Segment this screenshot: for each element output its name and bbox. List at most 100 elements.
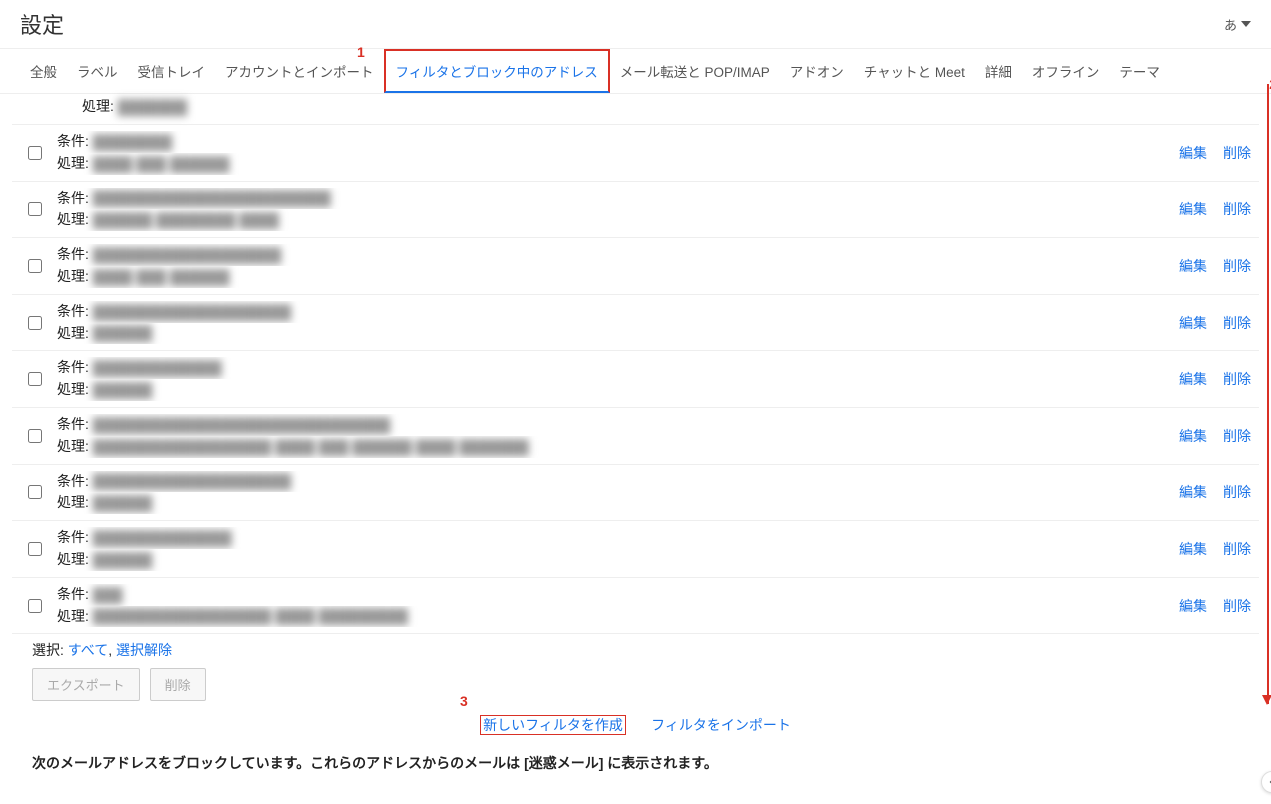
tab-inbox[interactable]: 受信トレイ — [128, 49, 216, 93]
edit-filter-link[interactable]: 編集 — [1179, 596, 1207, 616]
filter-checkbox[interactable] — [28, 146, 42, 160]
criteria-label: 条件: — [57, 473, 89, 489]
input-tools-label: あ — [1224, 15, 1237, 34]
import-filter-link[interactable]: フィルタをインポート — [651, 717, 791, 733]
action-label: 処理: — [57, 494, 89, 510]
settings-tabs: 全般 ラベル 受信トレイ アカウントとインポート フィルタとブロック中のアドレス… — [0, 48, 1271, 94]
export-button[interactable]: エクスポート — [32, 668, 140, 701]
blocked-addresses-message: 次のメールアドレスをブロックしています。これらのアドレスからのメールは [迷惑メ… — [12, 749, 1259, 787]
filter-row: 条件: ███████████████████処理: ████ ███ ████… — [12, 237, 1259, 294]
edit-filter-link[interactable]: 編集 — [1179, 369, 1207, 389]
filter-checkbox[interactable] — [28, 485, 42, 499]
blurred-text: ████████████████████ — [93, 471, 291, 492]
blurred-text: ███████ — [118, 99, 187, 115]
delete-filter-link[interactable]: 削除 — [1223, 313, 1251, 333]
criteria-label: 条件: — [57, 529, 89, 545]
tab-forwarding-pop-imap[interactable]: メール転送と POP/IMAP — [610, 49, 780, 93]
filter-checkbox[interactable] — [28, 542, 42, 556]
blurred-text: ██████████████ — [93, 528, 232, 549]
side-panel-toggle[interactable] — [1261, 771, 1271, 793]
filter-row: 条件: ██████████████処理: ██████ 編集削除 — [12, 520, 1259, 577]
action-label: 処理: — [57, 211, 89, 227]
criteria-label: 条件: — [57, 303, 89, 319]
edit-filter-link[interactable]: 編集 — [1179, 199, 1207, 219]
blurred-text: ██████████████████ ████ █████████ — [93, 606, 408, 627]
delete-filter-link[interactable]: 削除 — [1223, 596, 1251, 616]
action-label: 処理: — [57, 551, 89, 567]
criteria-label: 条件: — [57, 416, 89, 432]
blurred-text: ████ ███ ██████ — [93, 267, 230, 288]
tab-offline[interactable]: オフライン — [1022, 49, 1110, 93]
filter-checkbox[interactable] — [28, 429, 42, 443]
tab-themes[interactable]: テーマ — [1109, 49, 1170, 93]
filter-checkbox[interactable] — [28, 372, 42, 386]
criteria-label: 条件: — [57, 133, 89, 149]
filter-row: 条件: ███処理: ██████████████████ ████ █████… — [12, 577, 1259, 635]
blurred-text: ██████ — [93, 380, 153, 401]
delete-filter-link[interactable]: 削除 — [1223, 256, 1251, 276]
blurred-text: ████████ — [93, 132, 172, 153]
edit-filter-link[interactable]: 編集 — [1179, 539, 1207, 559]
tab-filters-blocked[interactable]: フィルタとブロック中のアドレス — [384, 49, 610, 93]
filter-checkbox[interactable] — [28, 316, 42, 330]
filter-row: 条件: ████████処理: ████ ███ ██████ 編集削除 — [12, 124, 1259, 181]
dropdown-caret-icon — [1241, 19, 1251, 29]
filter-row: 条件: ████████████████████処理: ██████ 編集削除 — [12, 294, 1259, 351]
blurred-text: ███████████████████ — [93, 245, 281, 266]
filter-checkbox[interactable] — [28, 202, 42, 216]
edit-filter-link[interactable]: 編集 — [1179, 426, 1207, 446]
annotation-arrow — [1267, 84, 1269, 704]
edit-filter-link[interactable]: 編集 — [1179, 482, 1207, 502]
edit-filter-link[interactable]: 編集 — [1179, 143, 1207, 163]
criteria-label: 条件: — [57, 246, 89, 262]
filter-row: 条件: ████████████████████処理: ██████ 編集削除 — [12, 464, 1259, 521]
delete-filter-link[interactable]: 削除 — [1223, 426, 1251, 446]
select-label: 選択: — [32, 642, 64, 658]
filter-checkbox[interactable] — [28, 599, 42, 613]
delete-filter-link[interactable]: 削除 — [1223, 369, 1251, 389]
filter-row: 条件: ████████████████████████処理: ██████ █… — [12, 181, 1259, 238]
blurred-text: ██████ — [93, 323, 153, 344]
blurred-text: ██████ ████████ ████ — [93, 210, 279, 231]
filter-row: 条件: ██████████████████████████████処理: ██… — [12, 407, 1259, 464]
criteria-label: 条件: — [57, 190, 89, 206]
delete-filter-link[interactable]: 削除 — [1223, 482, 1251, 502]
action-label: 処理: — [57, 155, 89, 171]
delete-button[interactable]: 削除 — [150, 668, 206, 701]
action-label: 処理: — [57, 608, 89, 624]
blurred-text: ████████████████████ — [93, 302, 291, 323]
delete-filter-link[interactable]: 削除 — [1223, 143, 1251, 163]
tab-labels[interactable]: ラベル — [67, 49, 128, 93]
edit-filter-link[interactable]: 編集 — [1179, 256, 1207, 276]
page-title: 設定 — [20, 8, 64, 40]
select-separator: , — [108, 642, 116, 658]
action-label: 処理: — [57, 325, 89, 341]
select-none-link[interactable]: 選択解除 — [116, 642, 172, 658]
blurred-text: ██████ — [93, 550, 153, 571]
delete-filter-link[interactable]: 削除 — [1223, 199, 1251, 219]
blurred-text: ████ ███ ██████ — [93, 154, 230, 175]
filter-checkbox[interactable] — [28, 259, 42, 273]
input-tools-button[interactable]: あ — [1224, 15, 1251, 34]
blurred-text: ████████████████████████ — [93, 188, 331, 209]
action-label: 処理: — [57, 381, 89, 397]
tab-addons[interactable]: アドオン — [780, 49, 854, 93]
select-all-link[interactable]: すべて — [68, 642, 108, 658]
blurred-text: ██████ — [93, 493, 153, 514]
tab-chat-meet[interactable]: チャットと Meet — [854, 49, 975, 93]
edit-filter-link[interactable]: 編集 — [1179, 313, 1207, 333]
filter-row: 条件: █████████████処理: ██████ 編集削除 — [12, 350, 1259, 407]
blurred-text: ██████████████████████████████ — [93, 415, 391, 436]
blurred-text: █████████████ — [93, 358, 222, 379]
delete-filter-link[interactable]: 削除 — [1223, 539, 1251, 559]
criteria-label: 条件: — [57, 586, 89, 602]
partial-row-action-label: 処理: — [82, 98, 114, 114]
create-new-filter-link[interactable]: 新しいフィルタを作成 — [480, 715, 626, 735]
criteria-label: 条件: — [57, 359, 89, 375]
action-label: 処理: — [57, 438, 89, 454]
tab-advanced[interactable]: 詳細 — [975, 49, 1022, 93]
tab-general[interactable]: 全般 — [20, 49, 67, 93]
callout-3: 3 — [460, 693, 468, 709]
blurred-text: ███ — [93, 585, 123, 606]
action-label: 処理: — [57, 268, 89, 284]
